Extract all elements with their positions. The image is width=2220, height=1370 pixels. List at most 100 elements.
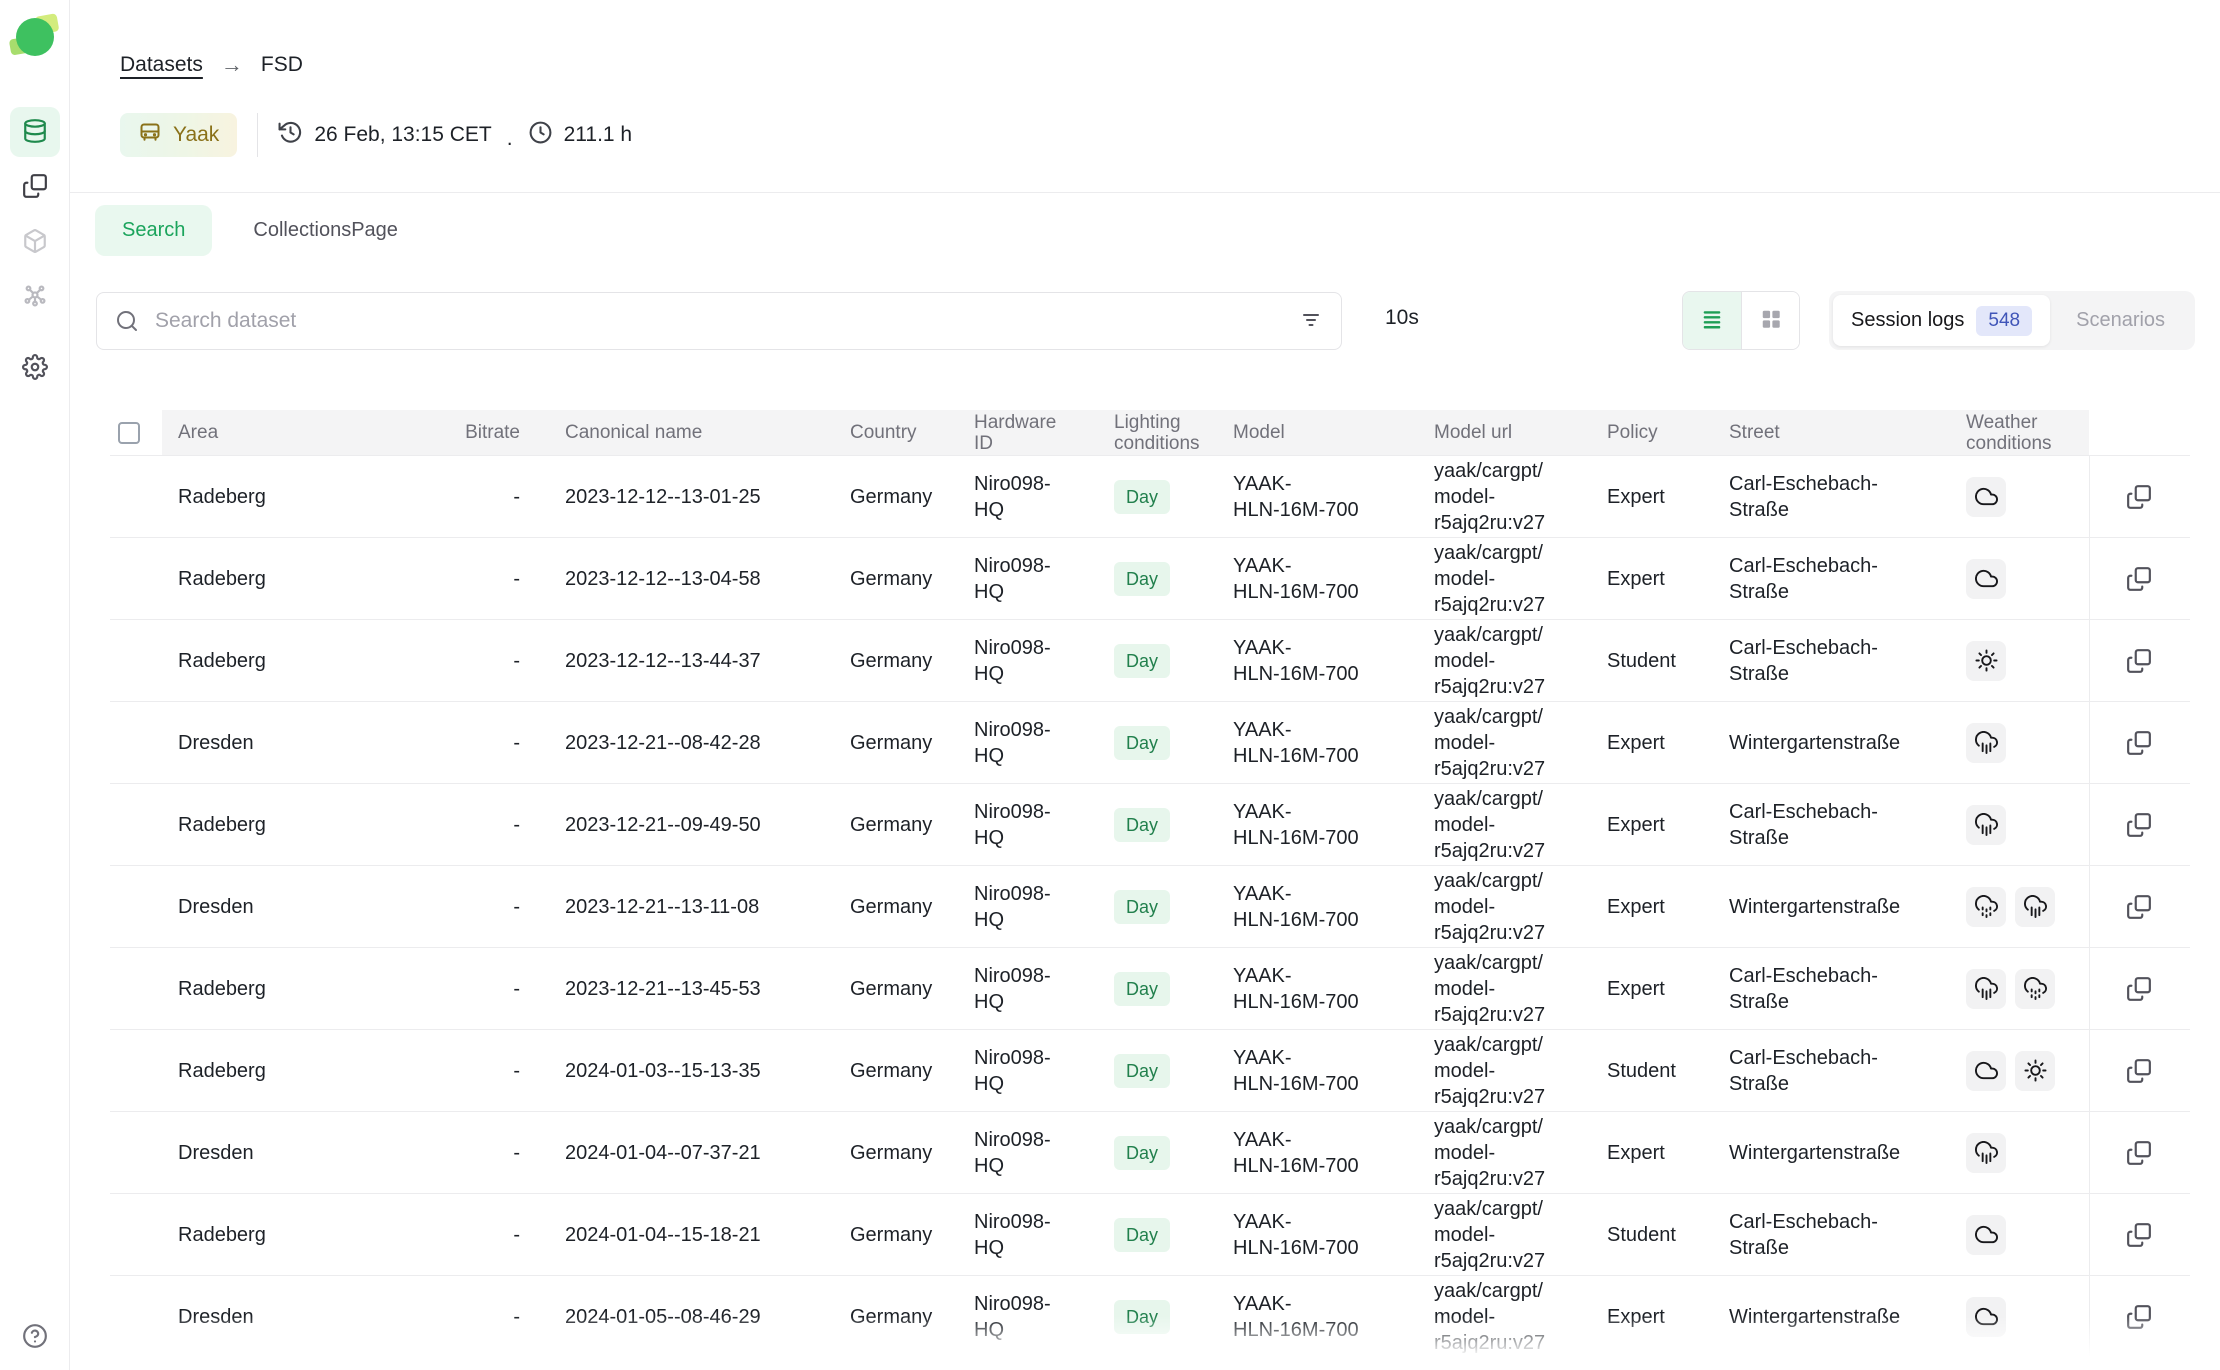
copy-icon [2126,730,2152,756]
cell-country: Germany [834,456,958,538]
sidebar-item-settings[interactable] [10,343,60,393]
cell-area: Dresden [162,702,417,784]
table-row[interactable]: Radeberg-2023-12-12--13-01-25GermanyNiro… [110,456,2190,538]
copy-session-button[interactable] [2126,1140,2152,1166]
cell-street: Wintergartenstraße [1713,1276,1950,1358]
grid-view-button[interactable] [1741,292,1799,349]
cell-policy: Student [1591,1030,1713,1112]
sidebar-item-packages[interactable] [10,217,60,267]
cell-select [110,1194,162,1276]
vehicle-badge[interactable]: Yaak [120,113,237,157]
cell-model: YAAK- HLN-16M-700 [1217,1194,1418,1276]
sidebar-item-graph[interactable] [10,272,60,322]
cell-actions [2089,1276,2190,1358]
cell-actions [2089,538,2190,620]
cell-model_url: yaak/cargpt/ model- r5ajq2ru:v27 [1418,620,1591,702]
copy-session-button[interactable] [2126,1058,2152,1084]
graph-icon [22,283,48,312]
cell-model: YAAK- HLN-16M-700 [1217,1030,1418,1112]
history-clock-icon [278,120,303,151]
column-header-model_url: Model url [1418,410,1591,456]
select-all-checkbox[interactable] [118,422,140,444]
cell-bitrate: - [417,866,549,948]
table-row[interactable]: Dresden-2023-12-21--08-42-28GermanyNiro0… [110,702,2190,784]
table-row[interactable]: Radeberg-2024-01-04--15-18-21GermanyNiro… [110,1194,2190,1276]
clip-duration-label: 10s [1385,306,1419,330]
lighting-badge: Day [1114,480,1170,514]
cell-area: Dresden [162,866,417,948]
cloud-drizzle-icon [1966,887,2006,927]
cell-country: Germany [834,948,958,1030]
sidebar-item-collections[interactable] [10,162,60,212]
cell-bitrate: - [417,1194,549,1276]
clock-icon [528,120,553,151]
copy-session-button[interactable] [2126,1222,2152,1248]
cell-weather [1950,620,2089,702]
yaak-logo[interactable] [12,14,58,60]
cell-model_url: yaak/cargpt/ model- r5ajq2ru:v27 [1418,702,1591,784]
cell-select [110,866,162,948]
help-icon [22,1323,48,1352]
table-row[interactable]: Radeberg-2024-01-03--15-13-35GermanyNiro… [110,1030,2190,1112]
cell-hardware_id: Niro098- HQ [958,866,1098,948]
copy-session-button[interactable] [2126,1304,2152,1330]
lighting-badge: Day [1114,726,1170,760]
table-row[interactable]: Dresden-2024-01-05--08-46-29GermanyNiro0… [110,1276,2190,1358]
search-icon [115,309,139,333]
copy-session-button[interactable] [2126,812,2152,838]
breadcrumb-datasets-link[interactable]: Datasets [120,53,203,77]
copy-session-button[interactable] [2126,894,2152,920]
copy-session-button[interactable] [2126,976,2152,1002]
weather-chips [1966,1297,2073,1337]
table-row[interactable]: Dresden-2023-12-21--13-11-08GermanyNiro0… [110,866,2190,948]
cell-actions [2089,1030,2190,1112]
table-row[interactable]: Radeberg-2023-12-21--13-45-53GermanyNiro… [110,948,2190,1030]
column-header-area: Area [162,410,417,456]
tab-collections-page[interactable]: CollectionsPage [226,205,425,256]
cell-lighting: Day [1098,1112,1217,1194]
copy-session-button[interactable] [2126,484,2152,510]
table-row[interactable]: Dresden-2024-01-04--07-37-21GermanyNiro0… [110,1112,2190,1194]
cell-country: Germany [834,702,958,784]
table-row[interactable]: Radeberg-2023-12-12--13-04-58GermanyNiro… [110,538,2190,620]
cell-canonical_name: 2024-01-04--07-37-21 [549,1112,834,1194]
weather-chips [1966,1133,2073,1173]
copy-icon [2126,1222,2152,1248]
cell-weather [1950,1112,2089,1194]
cell-model: YAAK- HLN-16M-700 [1217,784,1418,866]
copy-session-button[interactable] [2126,648,2152,674]
copy-session-button[interactable] [2126,730,2152,756]
cell-model: YAAK- HLN-16M-700 [1217,1276,1418,1358]
copy-session-button[interactable] [2126,566,2152,592]
cell-policy: Expert [1591,456,1713,538]
cell-country: Germany [834,784,958,866]
segment-session-logs[interactable]: Session logs 548 [1833,295,2050,346]
cell-weather [1950,538,2089,620]
cell-canonical_name: 2024-01-04--15-18-21 [549,1194,834,1276]
cell-policy: Student [1591,620,1713,702]
help-button[interactable] [10,1312,60,1362]
cell-policy: Expert [1591,1276,1713,1358]
collections-icon [22,173,48,202]
cell-select [110,456,162,538]
tab-search[interactable]: Search [95,205,212,256]
lighting-badge: Day [1114,644,1170,678]
filter-button[interactable] [1299,308,1323,335]
cell-bitrate: - [417,620,549,702]
column-header-actions [2089,410,2190,456]
list-view-button[interactable] [1683,292,1741,349]
table-row[interactable]: Radeberg-2023-12-12--13-44-37GermanyNiro… [110,620,2190,702]
segment-scenarios[interactable]: Scenarios [2050,295,2191,346]
column-header-street: Street [1713,410,1950,456]
cloud-icon [1966,477,2006,517]
cell-canonical_name: 2023-12-21--08-42-28 [549,702,834,784]
cell-bitrate: - [417,456,549,538]
copy-icon [2126,1058,2152,1084]
cell-bitrate: - [417,1276,549,1358]
table-row[interactable]: Radeberg-2023-12-21--09-49-50GermanyNiro… [110,784,2190,866]
copy-icon [2126,648,2152,674]
cell-street: Wintergartenstraße [1713,866,1950,948]
sidebar-item-datasets[interactable] [10,107,60,157]
search-input[interactable] [153,308,1285,334]
cell-model_url: yaak/cargpt/ model- r5ajq2ru:v27 [1418,1276,1591,1358]
